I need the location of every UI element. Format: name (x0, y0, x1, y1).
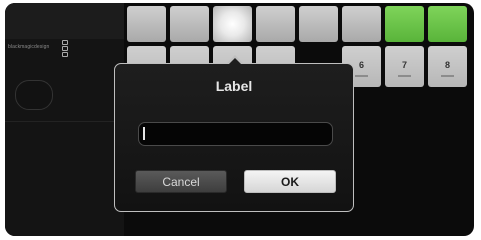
brand-logo-icon (62, 40, 68, 57)
cancel-button[interactable]: Cancel (135, 170, 227, 193)
top-key-7[interactable] (385, 6, 424, 42)
label-input[interactable] (138, 122, 333, 146)
key-indicator (355, 75, 368, 77)
bottom-key-8[interactable]: 8 (428, 46, 467, 87)
bottom-key-7[interactable]: 7 (385, 46, 424, 87)
key-indicator (441, 75, 454, 77)
top-key-5[interactable] (299, 6, 338, 42)
ok-button[interactable]: OK (244, 170, 336, 193)
popover-caret-fill (228, 58, 242, 65)
top-key-3[interactable] (213, 6, 252, 42)
key-indicator (398, 75, 411, 77)
label-dialog: Label Cancel OK (114, 63, 354, 212)
brand-logo-text: blackmagicdesign (8, 44, 50, 50)
panel-divider (5, 121, 124, 122)
top-key-8[interactable] (428, 6, 467, 42)
top-key-4[interactable] (256, 6, 295, 42)
round-button[interactable] (15, 80, 53, 110)
left-control-panel: blackmagicdesign (5, 3, 124, 236)
left-panel-top-band (5, 3, 124, 39)
top-key-1[interactable] (127, 6, 166, 42)
top-key-6[interactable] (342, 6, 381, 42)
key-number: 8 (444, 60, 450, 70)
dialog-title: Label (215, 78, 253, 94)
top-key-2[interactable] (170, 6, 209, 42)
key-number: 7 (401, 60, 407, 70)
text-cursor (143, 127, 145, 140)
